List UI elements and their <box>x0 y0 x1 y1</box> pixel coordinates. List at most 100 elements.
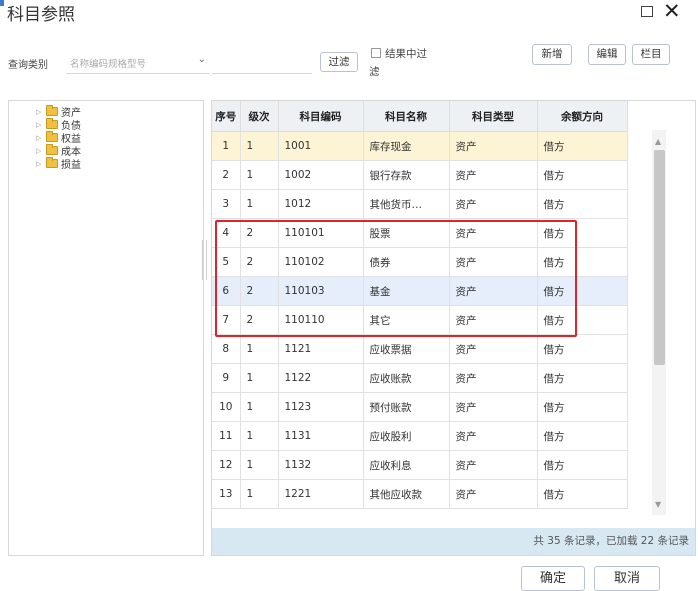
scroll-up-icon[interactable]: ▲ <box>655 137 661 146</box>
cell-seq: 1 <box>212 131 241 161</box>
account-tree: ▷ 资产 ▷ 负债 ▷ 权益 ▷ 成本 ▷ 损益 <box>8 100 204 556</box>
filter-in-results-checkbox[interactable] <box>371 48 381 58</box>
cell-type: 资产 <box>449 450 538 480</box>
cell-balance-direction: 借方 <box>537 334 628 364</box>
cell-seq: 2 <box>212 160 241 190</box>
cell-type: 资产 <box>449 160 538 190</box>
cell-balance-direction: 借方 <box>537 160 628 190</box>
cell-type: 资产 <box>449 189 538 219</box>
cell-code: 1123 <box>278 392 364 422</box>
cell-seq: 9 <box>212 363 241 393</box>
cell-name: 预付账款 <box>363 392 450 422</box>
grid-footer: 共 35 条记录，已加载 22 条记录 <box>212 528 695 555</box>
cell-name: 应收账款 <box>363 363 450 393</box>
cell-type: 资产 <box>449 421 538 451</box>
window-corner-mark <box>0 0 4 6</box>
expand-triangle-icon[interactable]: ▷ <box>36 160 44 168</box>
cell-code: 1131 <box>278 421 364 451</box>
cell-level: 1 <box>240 160 279 190</box>
table-row[interactable]: 10 1 1123 预付账款 资产 借方 <box>212 392 628 422</box>
table-row[interactable]: 13 1 1221 其他应收款 资产 借方 <box>212 479 628 509</box>
maximize-icon[interactable] <box>641 6 653 17</box>
cell-seq: 8 <box>212 334 241 364</box>
cell-code: 1121 <box>278 334 364 364</box>
cell-type: 资产 <box>449 392 538 422</box>
record-count-text: 共 35 条记录，已加载 22 条记录 <box>533 535 689 547</box>
tree-item-profit-loss[interactable]: ▷ 损益 <box>36 157 81 171</box>
col-header-name[interactable]: 科目名称 <box>363 101 450 132</box>
cell-name: 银行存款 <box>363 160 450 190</box>
cell-name: 应收票据 <box>363 334 450 364</box>
cell-code: 1122 <box>278 363 364 393</box>
folder-icon <box>46 105 58 116</box>
cell-code: 1012 <box>278 189 364 219</box>
folder-icon <box>46 118 58 129</box>
scroll-down-icon[interactable]: ▼ <box>655 500 661 509</box>
col-header-type[interactable]: 科目类型 <box>449 101 538 132</box>
cell-code: 1132 <box>278 450 364 480</box>
cell-type: 资产 <box>449 131 538 161</box>
cell-level: 1 <box>240 421 279 451</box>
cell-level: 1 <box>240 363 279 393</box>
table-row[interactable]: 3 1 1012 其他货币… 资产 借方 <box>212 189 628 219</box>
cell-name: 其他应收款 <box>363 479 450 509</box>
scrollbar-thumb[interactable] <box>654 150 665 365</box>
filter-button[interactable]: 过滤 <box>320 52 358 72</box>
cell-name: 应收股利 <box>363 421 450 451</box>
cell-level: 1 <box>240 131 279 161</box>
cell-code: 1001 <box>278 131 364 161</box>
cell-seq: 12 <box>212 450 241 480</box>
expand-triangle-icon[interactable]: ▷ <box>36 134 44 142</box>
cell-balance-direction: 借方 <box>537 392 628 422</box>
col-header-seq[interactable]: 序号 <box>212 101 241 132</box>
cell-level: 1 <box>240 479 279 509</box>
ok-button[interactable]: 确定 <box>521 566 585 591</box>
expand-triangle-icon[interactable]: ▷ <box>36 147 44 155</box>
table-row[interactable]: 9 1 1122 应收账款 资产 借方 <box>212 363 628 393</box>
query-text-input[interactable] <box>212 48 312 74</box>
query-category-select[interactable]: 名称编码规格型号 ⌄ <box>66 48 210 74</box>
table-row[interactable]: 2 1 1002 银行存款 资产 借方 <box>212 160 628 190</box>
folder-icon <box>46 157 58 168</box>
cell-seq: 3 <box>212 189 241 219</box>
cell-level: 1 <box>240 334 279 364</box>
cell-level: 1 <box>240 189 279 219</box>
annotation-highlight-box <box>215 220 577 337</box>
chevron-down-icon[interactable]: ⌄ <box>198 54 206 65</box>
filter-in-results-label-2: 滤 <box>369 66 380 78</box>
table-row[interactable]: 8 1 1121 应收票据 资产 借方 <box>212 334 628 364</box>
cell-balance-direction: 借方 <box>537 189 628 219</box>
cell-level: 1 <box>240 450 279 480</box>
cell-seq: 13 <box>212 479 241 509</box>
table-row[interactable]: 1 1 1001 库存现金 资产 借方 <box>212 131 628 161</box>
query-category-placeholder: 名称编码规格型号 <box>70 59 147 70</box>
expand-triangle-icon[interactable]: ▷ <box>36 108 44 116</box>
filter-in-results-label-1: 结果中过 <box>385 48 427 60</box>
cell-type: 资产 <box>449 479 538 509</box>
cell-seq: 11 <box>212 421 241 451</box>
table-row[interactable]: 12 1 1132 应收利息 资产 借方 <box>212 450 628 480</box>
cell-type: 资产 <box>449 363 538 393</box>
col-header-level[interactable]: 级次 <box>240 101 279 132</box>
table-row[interactable]: 11 1 1131 应收股利 资产 借方 <box>212 421 628 451</box>
tree-item-label: 损益 <box>61 160 81 171</box>
expand-triangle-icon[interactable]: ▷ <box>36 121 44 129</box>
cell-name: 其他货币… <box>363 189 450 219</box>
pane-splitter[interactable] <box>202 240 207 280</box>
add-button[interactable]: 新增 <box>532 44 572 65</box>
cell-type: 资产 <box>449 334 538 364</box>
cell-balance-direction: 借方 <box>537 479 628 509</box>
cancel-button[interactable]: 取消 <box>594 566 660 591</box>
cell-code: 1002 <box>278 160 364 190</box>
close-icon[interactable]: ✕ <box>663 0 681 23</box>
cell-balance-direction: 借方 <box>537 131 628 161</box>
query-category-label: 查询类别 <box>8 60 48 71</box>
cell-name: 库存现金 <box>363 131 450 161</box>
col-header-code[interactable]: 科目编码 <box>278 101 364 132</box>
edit-button[interactable]: 编辑 <box>588 44 626 65</box>
cell-seq: 10 <box>212 392 241 422</box>
col-header-balance-direction[interactable]: 余额方向 <box>537 101 628 132</box>
cell-balance-direction: 借方 <box>537 421 628 451</box>
columns-button[interactable]: 栏目 <box>632 44 670 65</box>
cell-level: 1 <box>240 392 279 422</box>
